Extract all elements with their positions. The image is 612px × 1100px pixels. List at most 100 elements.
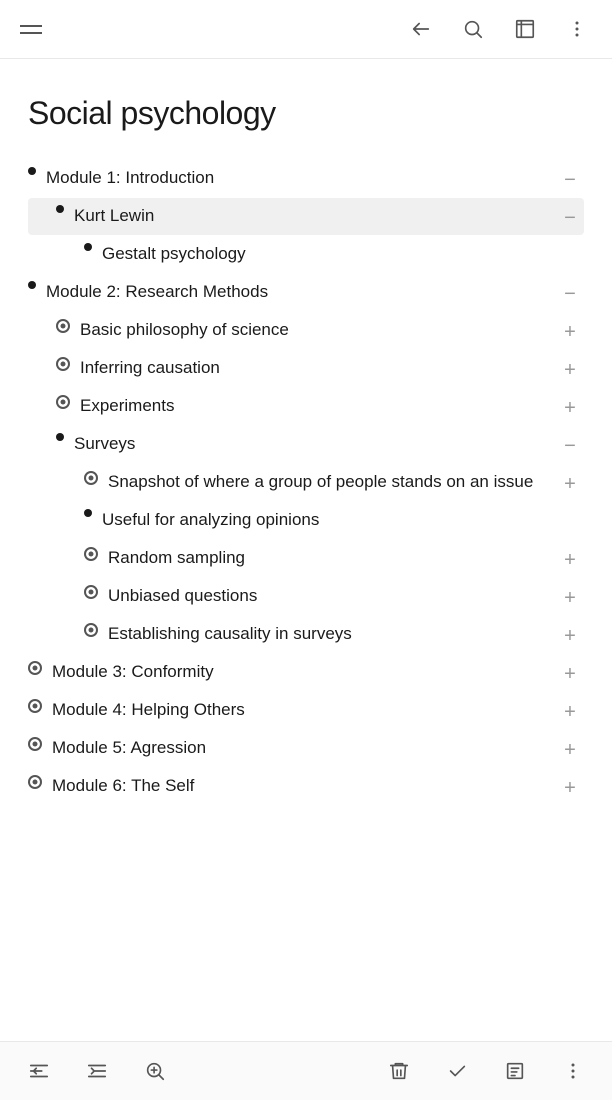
expand-button[interactable]: + — [556, 735, 584, 762]
bullet-dot-icon — [28, 281, 36, 289]
list-item[interactable]: Kurt Lewin− — [28, 198, 584, 236]
collapse-button[interactable]: − — [556, 203, 584, 230]
toolbar-left — [20, 25, 42, 34]
more-bottom-button[interactable] — [558, 1056, 588, 1086]
expand-button[interactable]: + — [556, 317, 584, 344]
page-title: Social psychology — [28, 95, 584, 132]
bullet-radio-icon — [56, 395, 70, 409]
outline-list: Module 1: Introduction−Kurt Lewin−Gestal… — [28, 160, 584, 806]
item-label: Module 4: Helping Others — [52, 697, 556, 723]
item-label: Establishing causality in surveys — [108, 621, 556, 647]
item-label: Module 1: Introduction — [46, 165, 556, 191]
list-item[interactable]: Module 3: Conformity+ — [28, 654, 584, 692]
back-button[interactable] — [406, 14, 436, 44]
list-item[interactable]: Gestalt psychology — [28, 236, 584, 274]
expand-button[interactable]: + — [556, 583, 584, 610]
search-icon — [462, 18, 484, 40]
expand-button[interactable]: + — [556, 545, 584, 572]
collapse-button[interactable]: − — [556, 431, 584, 458]
bullet-radio-icon — [56, 319, 70, 333]
expand-button[interactable]: + — [556, 659, 584, 686]
expand-button[interactable]: + — [556, 621, 584, 648]
bullet-radio-icon — [84, 585, 98, 599]
toolbar-right — [406, 14, 592, 44]
delete-button[interactable] — [384, 1056, 414, 1086]
list-item[interactable]: Useful for analyzing opinions — [28, 502, 584, 540]
indent-icon — [86, 1060, 108, 1082]
list-item[interactable]: Snapshot of where a group of people stan… — [28, 464, 584, 502]
list-item[interactable]: Unbiased questions+ — [28, 578, 584, 616]
list-item[interactable]: Module 1: Introduction− — [28, 160, 584, 198]
list-item[interactable]: Module 4: Helping Others+ — [28, 692, 584, 730]
collapse-button[interactable]: − — [556, 165, 584, 192]
list-item[interactable]: Basic philosophy of science+ — [28, 312, 584, 350]
bullet-radio-icon — [84, 547, 98, 561]
bottom-left-icons — [24, 1056, 170, 1086]
search-button[interactable] — [458, 14, 488, 44]
bullet-dot-icon — [84, 509, 92, 517]
item-label: Gestalt psychology — [102, 241, 556, 267]
book-button[interactable] — [510, 14, 540, 44]
check-icon — [446, 1060, 468, 1082]
list-item[interactable]: Module 6: The Self+ — [28, 768, 584, 806]
check-button[interactable] — [442, 1056, 472, 1086]
bullet-radio-icon — [84, 471, 98, 485]
expand-button[interactable]: + — [556, 697, 584, 724]
item-label: Inferring causation — [80, 355, 556, 381]
back-arrow-icon — [410, 18, 432, 40]
book-icon — [514, 18, 536, 40]
expand-button[interactable]: + — [556, 355, 584, 382]
expand-button[interactable]: + — [556, 469, 584, 496]
expand-button[interactable]: + — [556, 393, 584, 420]
bullet-radio-icon — [28, 775, 42, 789]
list-item[interactable]: Module 2: Research Methods− — [28, 274, 584, 312]
item-label: Random sampling — [108, 545, 556, 571]
list-item[interactable]: Module 5: Agression+ — [28, 730, 584, 768]
top-toolbar — [0, 0, 612, 59]
item-label: Kurt Lewin — [74, 203, 556, 229]
bullet-radio-icon — [56, 357, 70, 371]
hamburger-menu-icon[interactable] — [20, 25, 42, 34]
delete-icon — [388, 1060, 410, 1082]
zoom-in-icon — [144, 1060, 166, 1082]
zoom-in-button[interactable] — [140, 1056, 170, 1086]
more-vertical-icon — [566, 18, 588, 40]
note-button[interactable] — [500, 1056, 530, 1086]
item-label: Unbiased questions — [108, 583, 556, 609]
bullet-radio-icon — [28, 661, 42, 675]
bullet-dot-icon — [56, 205, 64, 213]
item-label: Experiments — [80, 393, 556, 419]
item-label: Basic philosophy of science — [80, 317, 556, 343]
bullet-radio-icon — [84, 623, 98, 637]
bullet-dot-icon — [84, 243, 92, 251]
outdent-icon — [28, 1060, 50, 1082]
item-label: Module 5: Agression — [52, 735, 556, 761]
list-item[interactable]: Inferring causation+ — [28, 350, 584, 388]
item-label: Module 6: The Self — [52, 773, 556, 799]
outdent-button[interactable] — [24, 1056, 54, 1086]
more-options-button[interactable] — [562, 14, 592, 44]
bullet-radio-icon — [28, 737, 42, 751]
list-item[interactable]: Experiments+ — [28, 388, 584, 426]
bullet-dot-icon — [56, 433, 64, 441]
item-label: Module 2: Research Methods — [46, 279, 556, 305]
more-bottom-icon — [562, 1060, 584, 1082]
list-item[interactable]: Random sampling+ — [28, 540, 584, 578]
bottom-right-icons — [384, 1056, 588, 1086]
bullet-radio-icon — [28, 699, 42, 713]
bullet-dot-icon — [28, 167, 36, 175]
expand-button[interactable]: + — [556, 773, 584, 800]
no-action — [556, 507, 584, 511]
item-label: Module 3: Conformity — [52, 659, 556, 685]
item-label: Snapshot of where a group of people stan… — [108, 469, 556, 495]
indent-button[interactable] — [82, 1056, 112, 1086]
no-action — [556, 241, 584, 245]
list-item[interactable]: Establishing causality in surveys+ — [28, 616, 584, 654]
list-item[interactable]: Surveys− — [28, 426, 584, 464]
note-icon — [504, 1060, 526, 1082]
bottom-toolbar — [0, 1041, 612, 1100]
item-label: Surveys — [74, 431, 556, 457]
main-content: Social psychology Module 1: Introduction… — [0, 59, 612, 1041]
collapse-button[interactable]: − — [556, 279, 584, 306]
item-label: Useful for analyzing opinions — [102, 507, 556, 533]
